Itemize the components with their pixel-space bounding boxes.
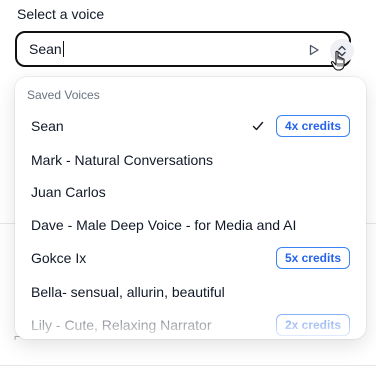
credits-badge: 4x credits <box>275 115 350 137</box>
option-label: Mark - Natural Conversations <box>31 152 214 168</box>
voice-search-input[interactable]: Sean <box>29 41 64 57</box>
voice-option-juan-carlos[interactable]: Juan Carlos <box>15 176 366 208</box>
option-label: Sean <box>31 118 64 134</box>
voice-option-dave[interactable]: Dave - Male Deep Voice - for Media and A… <box>15 209 366 241</box>
voice-search-value: Sean <box>29 41 62 57</box>
voice-option-bella[interactable]: Bella- sensual, allurin, beautiful <box>15 276 366 308</box>
voice-combobox[interactable]: Sean <box>15 31 354 67</box>
voice-selector-page: ⌐ Select a voice Sean Saved Voices Sean … <box>0 0 376 384</box>
option-label: Juan Carlos <box>31 184 106 200</box>
option-label: Bella- sensual, allurin, beautiful <box>31 284 225 300</box>
background-divider <box>0 365 376 366</box>
option-label: Lily - Cute, Relaxing Narrator <box>31 317 212 333</box>
credits-badge: 2x credits <box>275 314 350 336</box>
voice-option-gokce[interactable]: Gokce Ix 5x credits <box>15 242 366 274</box>
voice-dropdown: Saved Voices Sean 4x credits Mark - Natu… <box>15 77 366 339</box>
credits-badge: 5x credits <box>275 247 350 269</box>
voice-option-lily[interactable]: Lily - Cute, Relaxing Narrator 2x credit… <box>15 309 366 339</box>
field-label: Select a voice <box>17 6 105 22</box>
option-label: Gokce Ix <box>31 250 87 266</box>
voice-option-sean[interactable]: Sean 4x credits <box>15 110 366 142</box>
hand-pointer-icon <box>330 50 345 71</box>
group-header: Saved Voices <box>27 88 100 102</box>
text-caret <box>62 41 64 57</box>
play-icon[interactable] <box>307 43 321 57</box>
check-icon <box>252 121 264 131</box>
option-label: Dave - Male Deep Voice - for Media and A… <box>31 217 297 233</box>
voice-option-mark[interactable]: Mark - Natural Conversations <box>15 144 366 176</box>
